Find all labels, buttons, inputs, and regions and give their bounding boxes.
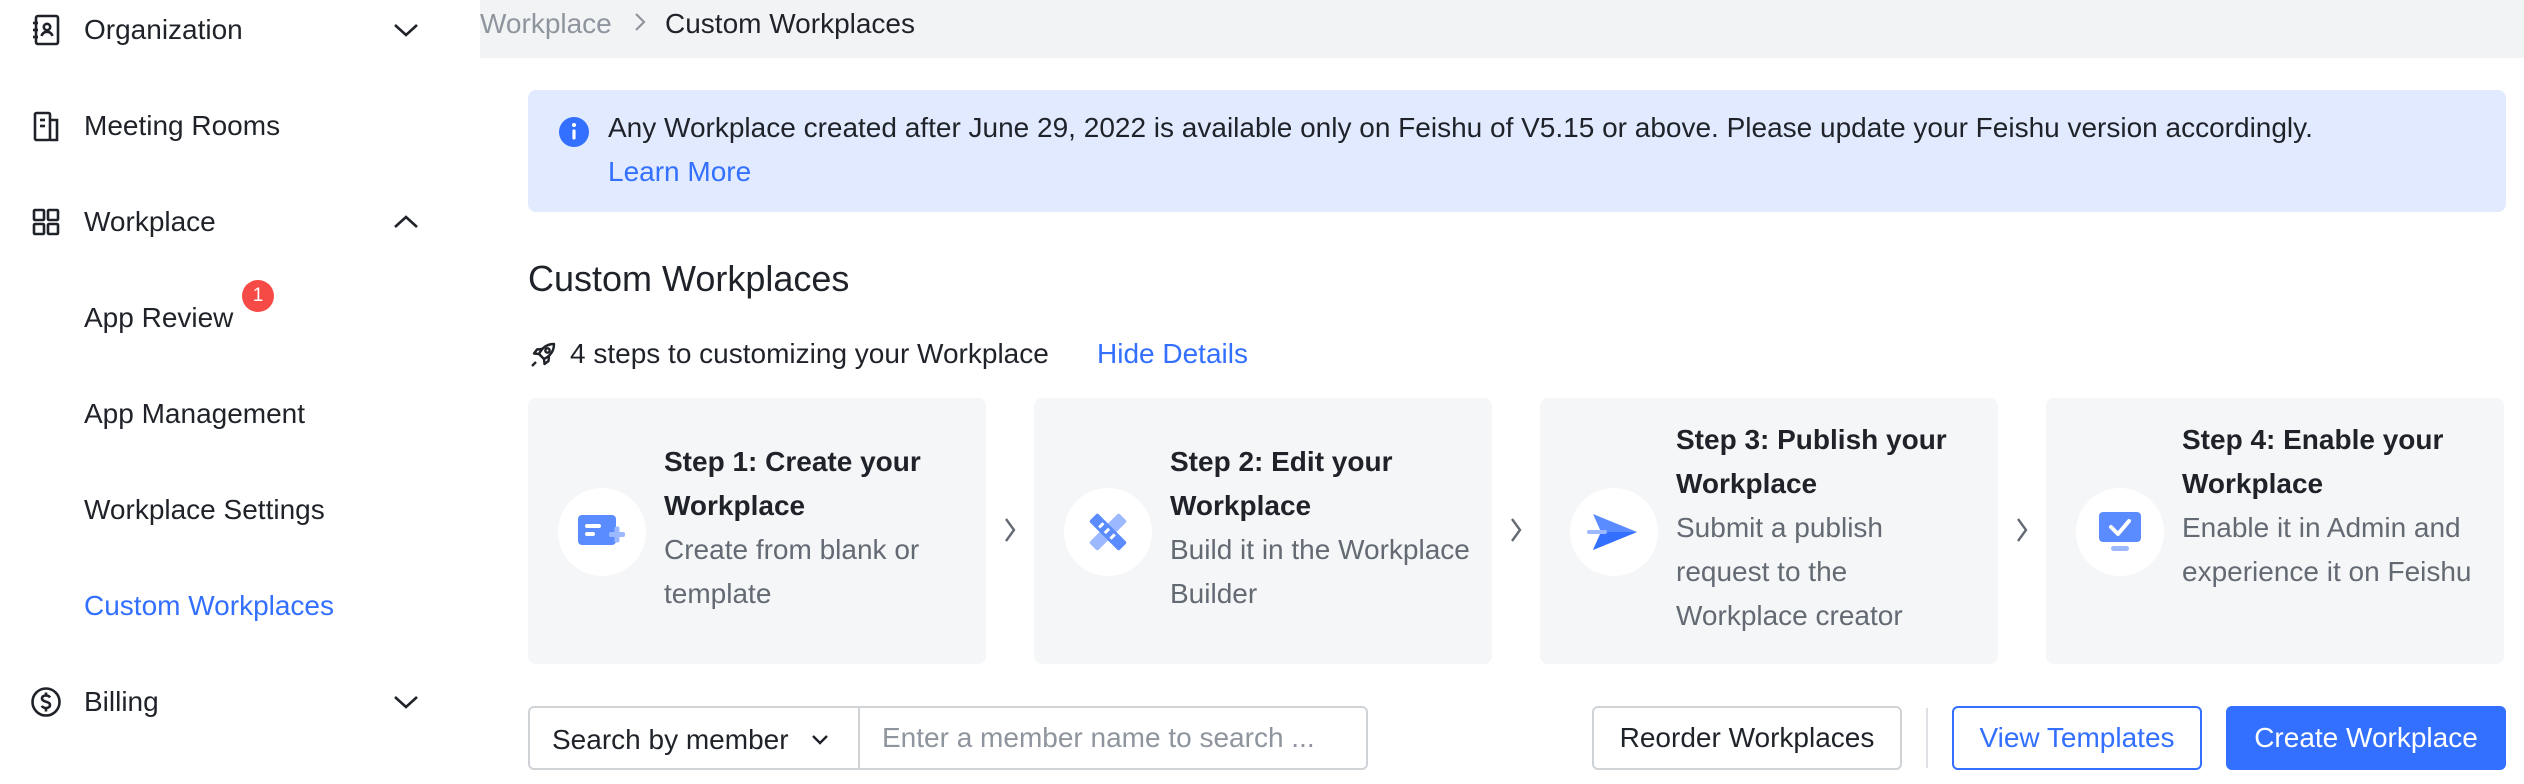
breadcrumb: Workplace Custom Workplaces [480,0,2524,56]
step-text: Step 1: Create your Workplace Create fro… [664,440,964,616]
sidebar-subitem-app-management[interactable]: App Management [0,366,480,462]
create-workplace-button[interactable]: Create Workplace [2226,706,2506,770]
monitor-check-icon [2076,488,2164,576]
notification-badge: 1 [242,280,274,312]
sidebar-subitem-label: App Review [84,302,234,333]
building-icon [28,108,64,144]
step-title: Step 3: Publish your Workplace [1676,424,1947,499]
pencil-ruler-icon [1064,488,1152,576]
member-search-input[interactable] [858,706,1368,770]
search-type-label: Search by member [552,724,789,755]
step-card-1: Step 1: Create your Workplace Create fro… [528,398,986,664]
step-text: Step 4: Enable your Workplace Enable it … [2182,418,2482,594]
chevron-up-icon[interactable] [388,204,424,240]
sidebar-item-billing[interactable]: Billing [0,654,480,750]
view-templates-button[interactable]: View Templates [1952,706,2202,770]
step-arrow-icon [1000,510,1020,550]
sidebar-subitem-workplace-settings[interactable]: Workplace Settings [0,462,480,558]
chevron-down-icon[interactable] [388,684,424,720]
sidebar-subitem-custom-workplaces[interactable]: Custom Workplaces [0,558,480,654]
page-title: Custom Workplaces [528,258,850,299]
step-text: Step 3: Publish your Workplace Submit a … [1676,418,1976,638]
step-arrow-icon [1506,510,1526,550]
step-title: Step 2: Edit your Workplace [1170,446,1393,521]
learn-more-link[interactable]: Learn More [608,156,751,188]
step-description: Create from blank or template [664,534,920,609]
sidebar-item-organization[interactable]: Organization [0,0,480,78]
sidebar-subitem-label: Workplace Settings [84,494,325,525]
sidebar-item-workplace[interactable]: Workplace [0,174,480,270]
step-title: Step 1: Create your Workplace [664,446,921,521]
sidebar: Organization Meeting Rooms Workplace App [0,0,480,784]
chevron-down-icon[interactable] [388,12,424,48]
sidebar-item-label: Billing [84,686,159,717]
notice-text: Any Workplace created after June 29, 202… [608,112,2313,143]
step-card-2: Step 2: Edit your Workplace Build it in … [1034,398,1492,664]
info-icon [558,116,590,148]
sidebar-subitem-app-review[interactable]: App Review 1 [0,270,480,366]
search-type-select[interactable]: Search by member [528,706,858,770]
sidebar-item-meeting-rooms[interactable]: Meeting Rooms [0,78,480,174]
sidebar-item-label: Organization [84,14,243,45]
dollar-circle-icon [28,684,64,720]
hide-details-link[interactable]: Hide Details [1097,338,1248,370]
sidebar-item-label: Workplace [84,206,216,237]
rocket-icon [528,340,558,370]
step-text: Step 2: Edit your Workplace Build it in … [1170,440,1470,616]
chevron-right-icon [628,10,652,34]
sidebar-subitem-label: Custom Workplaces [84,590,335,621]
step-title: Step 4: Enable your Workplace [2182,424,2444,499]
step-card-3: Step 3: Publish your Workplace Submit a … [1540,398,1998,664]
step-arrow-icon [2012,510,2032,550]
step-description: Enable it in Admin and experience it on … [2182,512,2472,587]
create-card-icon [558,488,646,576]
breadcrumb-parent-link[interactable]: Workplace [480,8,612,40]
content-panel: Any Workplace created after June 29, 202… [480,58,2524,784]
chevron-down-icon [808,728,832,752]
steps-header: 4 steps to customizing your Workplace [570,338,1049,369]
info-notice: Any Workplace created after June 29, 202… [528,90,2506,212]
paper-plane-icon [1570,488,1658,576]
sidebar-item-label: Meeting Rooms [84,110,281,141]
step-card-4: Step 4: Enable your Workplace Enable it … [2046,398,2504,664]
breadcrumb-current: Custom Workplaces [665,8,916,39]
reorder-workplaces-button[interactable]: Reorder Workplaces [1592,706,1902,770]
contacts-book-icon [28,12,64,48]
app-grid-icon [28,204,64,240]
sidebar-subitem-label: App Management [84,398,306,429]
toolbar-divider [1926,708,1928,768]
step-description: Submit a publish request to the Workplac… [1676,512,1903,631]
main-area: Workplace Custom Workplaces Any Workplac… [480,0,2524,784]
step-description: Build it in the Workplace Builder [1170,534,1470,609]
